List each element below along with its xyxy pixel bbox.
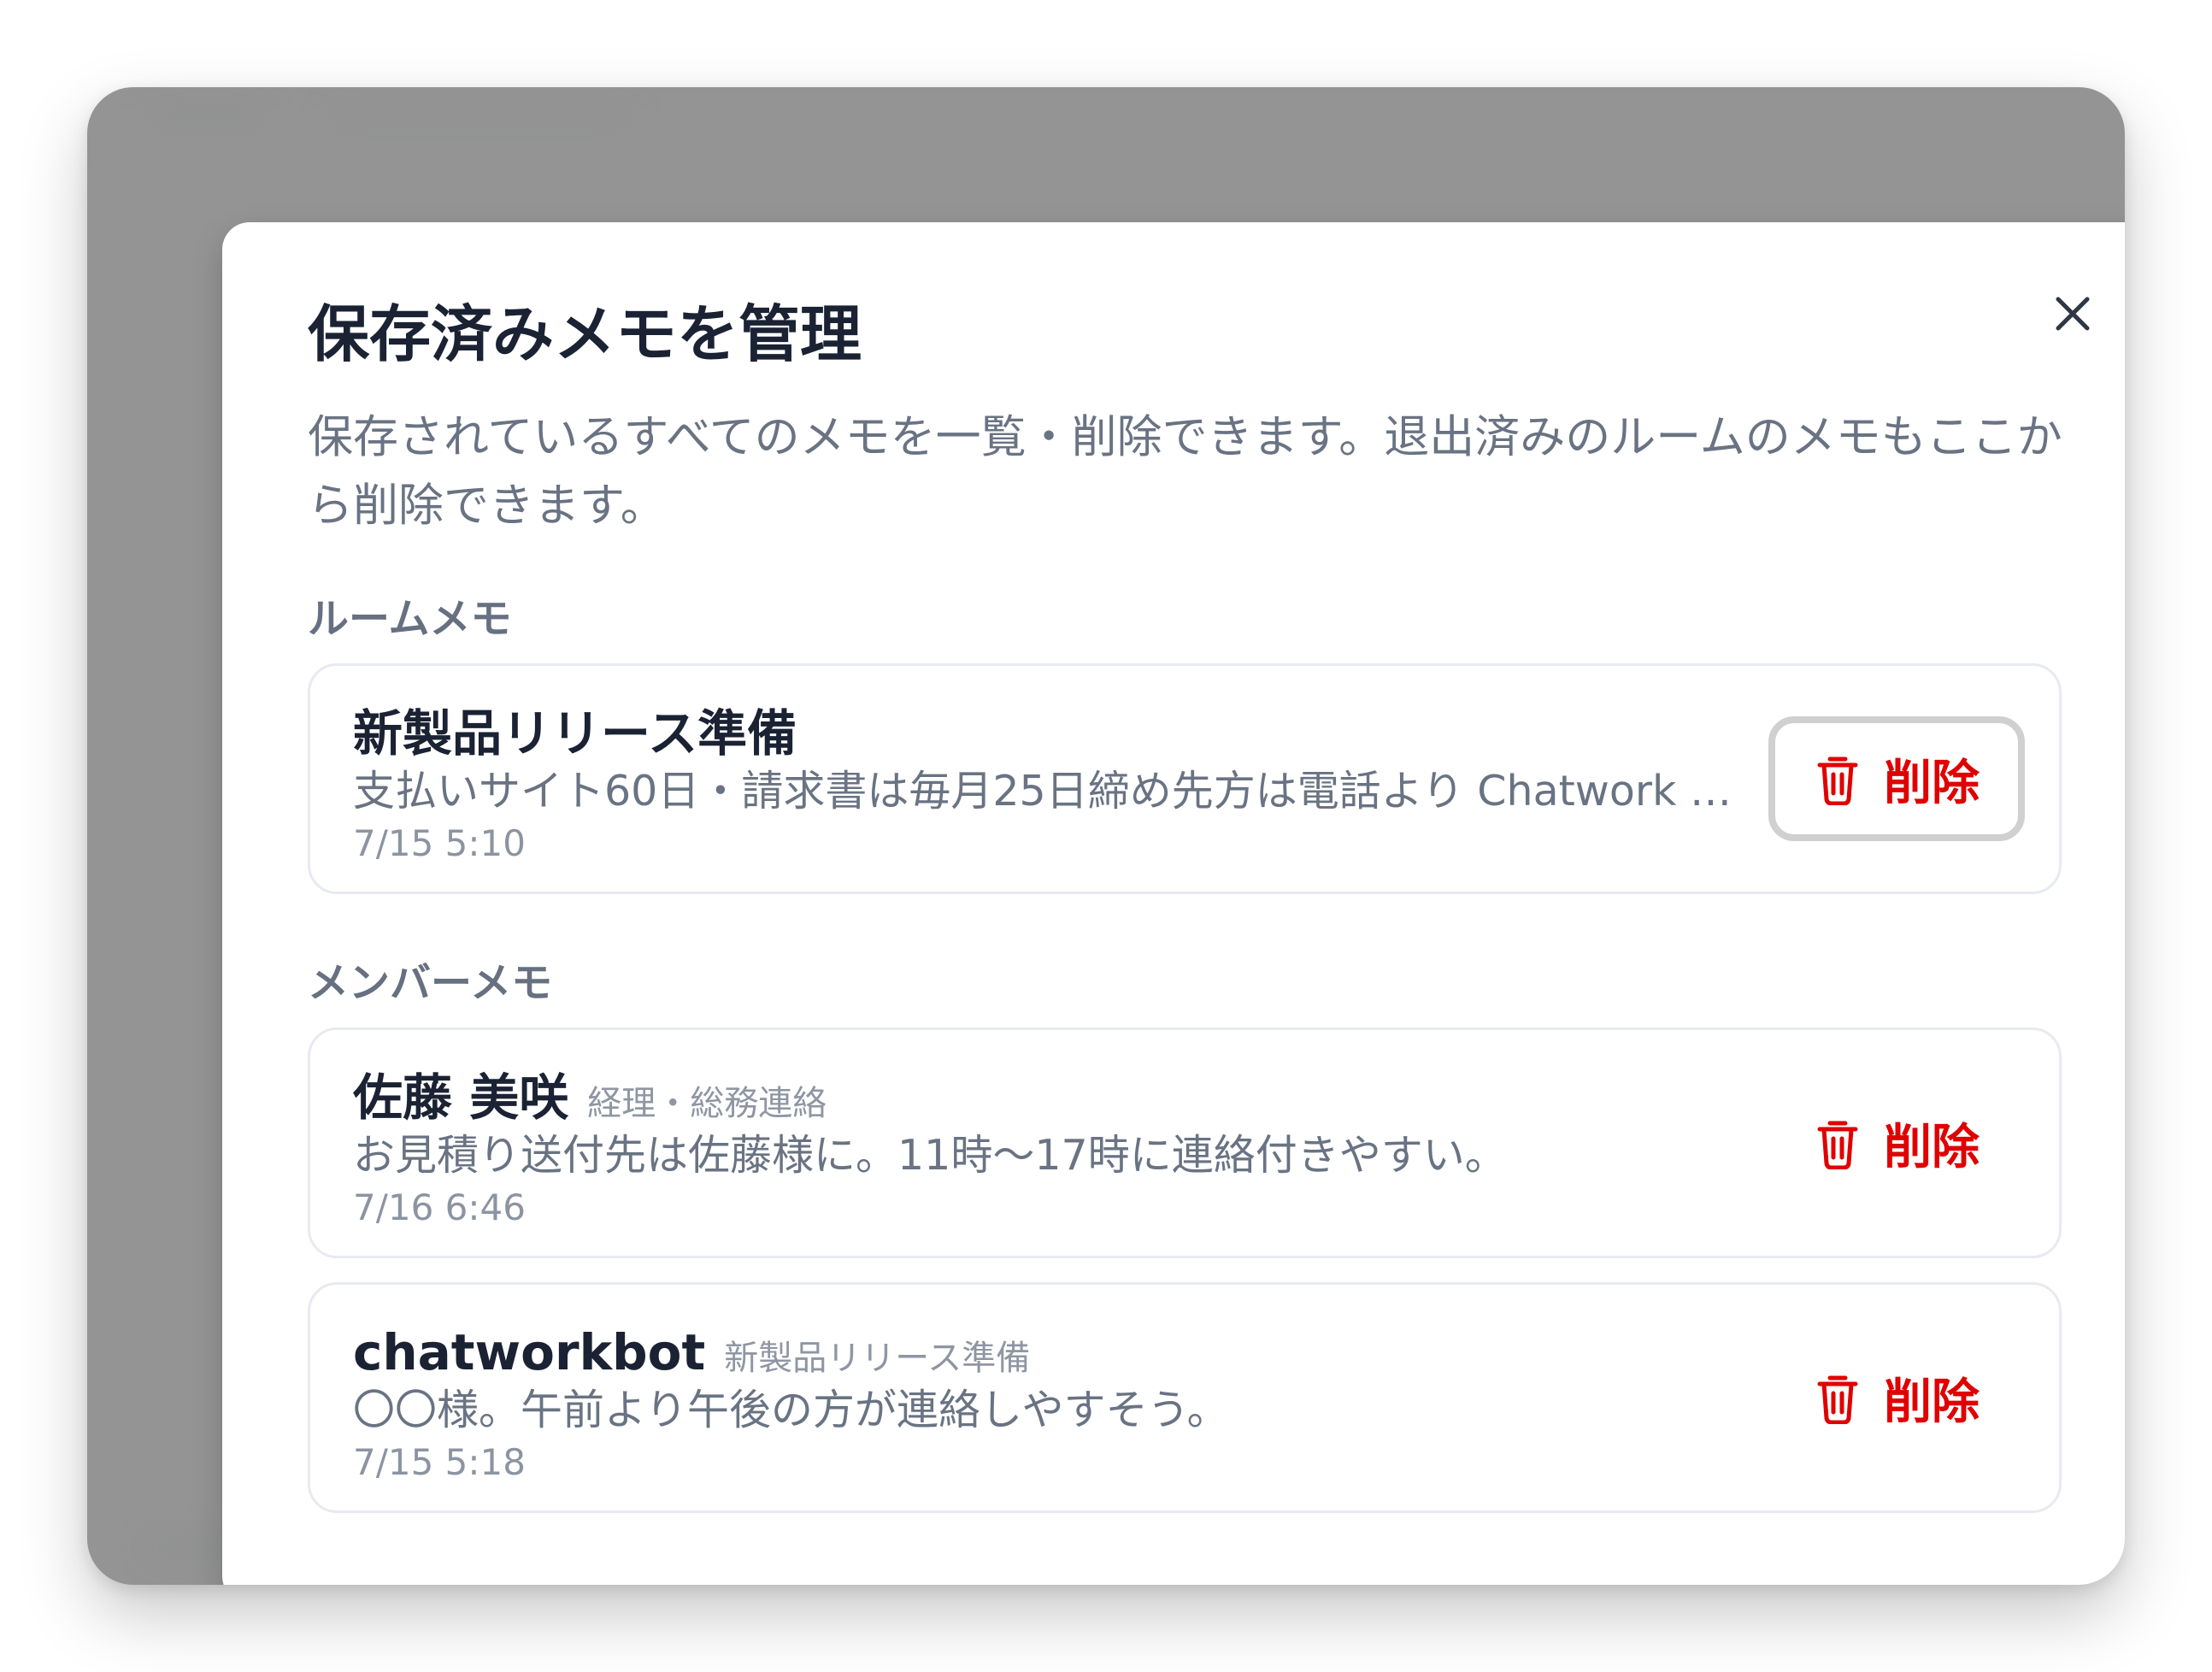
memo-date: 7/16 6:46	[353, 1186, 526, 1228]
delete-button[interactable]: 削除	[1768, 1080, 2025, 1205]
member-memo-card: chatworkbot 新製品リリース準備 〇〇様。午前より午後の方が連絡しやす…	[308, 1282, 2062, 1513]
memo-date: 7/15 5:18	[353, 1441, 526, 1483]
delete-label: 削除	[1884, 1119, 1980, 1175]
memo-header: 佐藤 美咲 経理・総務連絡	[353, 1068, 827, 1127]
delete-button[interactable]: 削除	[1768, 1335, 2025, 1460]
memo-text: 〇〇様。午前より午後の方が連絡しやすそう。	[353, 1386, 1229, 1434]
modal-description: 保存されているすべてのメモを一覧・削除できます。退出済みのルームのメモもここから…	[308, 411, 2062, 532]
trash-icon	[1817, 1375, 1858, 1424]
background-blur-shape	[327, 108, 634, 127]
modal-title: 保存済みメモを管理	[308, 298, 862, 370]
app-window-overlay: 保存済みメモを管理 保存されているすべてのメモを一覧・削除できます。退出済みのル…	[87, 87, 2125, 1585]
memo-title: 新製品リリース準備	[353, 704, 797, 762]
trash-icon	[1817, 1121, 1858, 1169]
member-name: 佐藤 美咲	[353, 1069, 569, 1127]
close-icon	[2056, 297, 2090, 331]
delete-label: 削除	[1884, 1374, 1980, 1430]
member-memo-section-label: メンバーメモ	[308, 959, 553, 1007]
close-button[interactable]	[2043, 284, 2103, 344]
memo-header: 新製品リリース準備	[353, 704, 797, 763]
memo-room-name: 新製品リリース準備	[724, 1339, 1031, 1378]
room-memo-card: 新製品リリース準備 支払いサイト60日・請求書は毎月25日締め先方は電話より C…	[308, 663, 2062, 894]
delete-label: 削除	[1884, 755, 1980, 811]
memo-header: chatworkbot 新製品リリース準備	[353, 1322, 1030, 1382]
memo-date: 7/15 5:10	[353, 822, 526, 864]
memo-text: お見積り送付先は佐藤様に。11時〜17時に連絡付きやすい。	[353, 1131, 1507, 1180]
delete-button[interactable]: 削除	[1768, 716, 2025, 841]
member-name: chatworkbot	[353, 1323, 706, 1381]
member-memo-card: 佐藤 美咲 経理・総務連絡 お見積り送付先は佐藤様に。11時〜17時に連絡付きや…	[308, 1027, 2062, 1258]
memo-text: 支払いサイト60日・請求書は毎月25日締め先方は電話より Chatwork 連絡…	[353, 767, 1755, 815]
trash-icon	[1817, 757, 1858, 805]
memo-room-name: 経理・総務連絡	[587, 1084, 827, 1123]
room-memo-section-label: ルームメモ	[308, 595, 512, 643]
manage-saved-memos-modal: 保存済みメモを管理 保存されているすべてのメモを一覧・削除できます。退出済みのル…	[222, 222, 2125, 1585]
background-blur-shape	[147, 104, 267, 128]
